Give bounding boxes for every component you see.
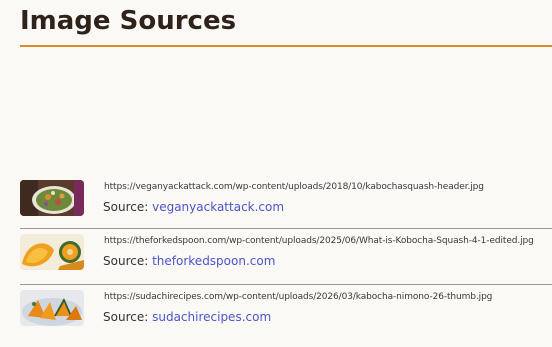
thumbnail-image[interactable]: [20, 234, 84, 270]
source-line: Source: theforkedspoon.com: [103, 254, 275, 268]
source-label: Source:: [103, 200, 149, 214]
list-item: https://theforkedspoon.com/wp-content/up…: [20, 228, 552, 284]
image-url: https://veganyackattack.com/wp-content/u…: [104, 182, 484, 192]
list-item: https://veganyackattack.com/wp-content/u…: [20, 176, 552, 228]
source-label: Source:: [103, 254, 149, 268]
source-line: Source: sudachirecipes.com: [103, 310, 271, 324]
page-title: Image Sources: [20, 6, 237, 36]
source-label: Source:: [103, 310, 149, 324]
source-line: Source: veganyackattack.com: [103, 200, 284, 214]
image-url: https://sudachirecipes.com/wp-content/up…: [104, 292, 493, 302]
source-link[interactable]: veganyackattack.com: [152, 200, 284, 214]
image-url: https://theforkedspoon.com/wp-content/up…: [104, 236, 534, 246]
thumbnail-image[interactable]: [20, 180, 84, 216]
source-link[interactable]: theforkedspoon.com: [152, 254, 275, 268]
source-link[interactable]: sudachirecipes.com: [152, 310, 271, 324]
sources-list: https://veganyackattack.com/wp-content/u…: [20, 176, 552, 340]
image-sources-page: Image Sources https://veganyackattack.co…: [0, 0, 552, 347]
title-divider: [20, 45, 552, 47]
list-item: https://sudachirecipes.com/wp-content/up…: [20, 284, 552, 340]
thumbnail-image[interactable]: [20, 290, 84, 326]
